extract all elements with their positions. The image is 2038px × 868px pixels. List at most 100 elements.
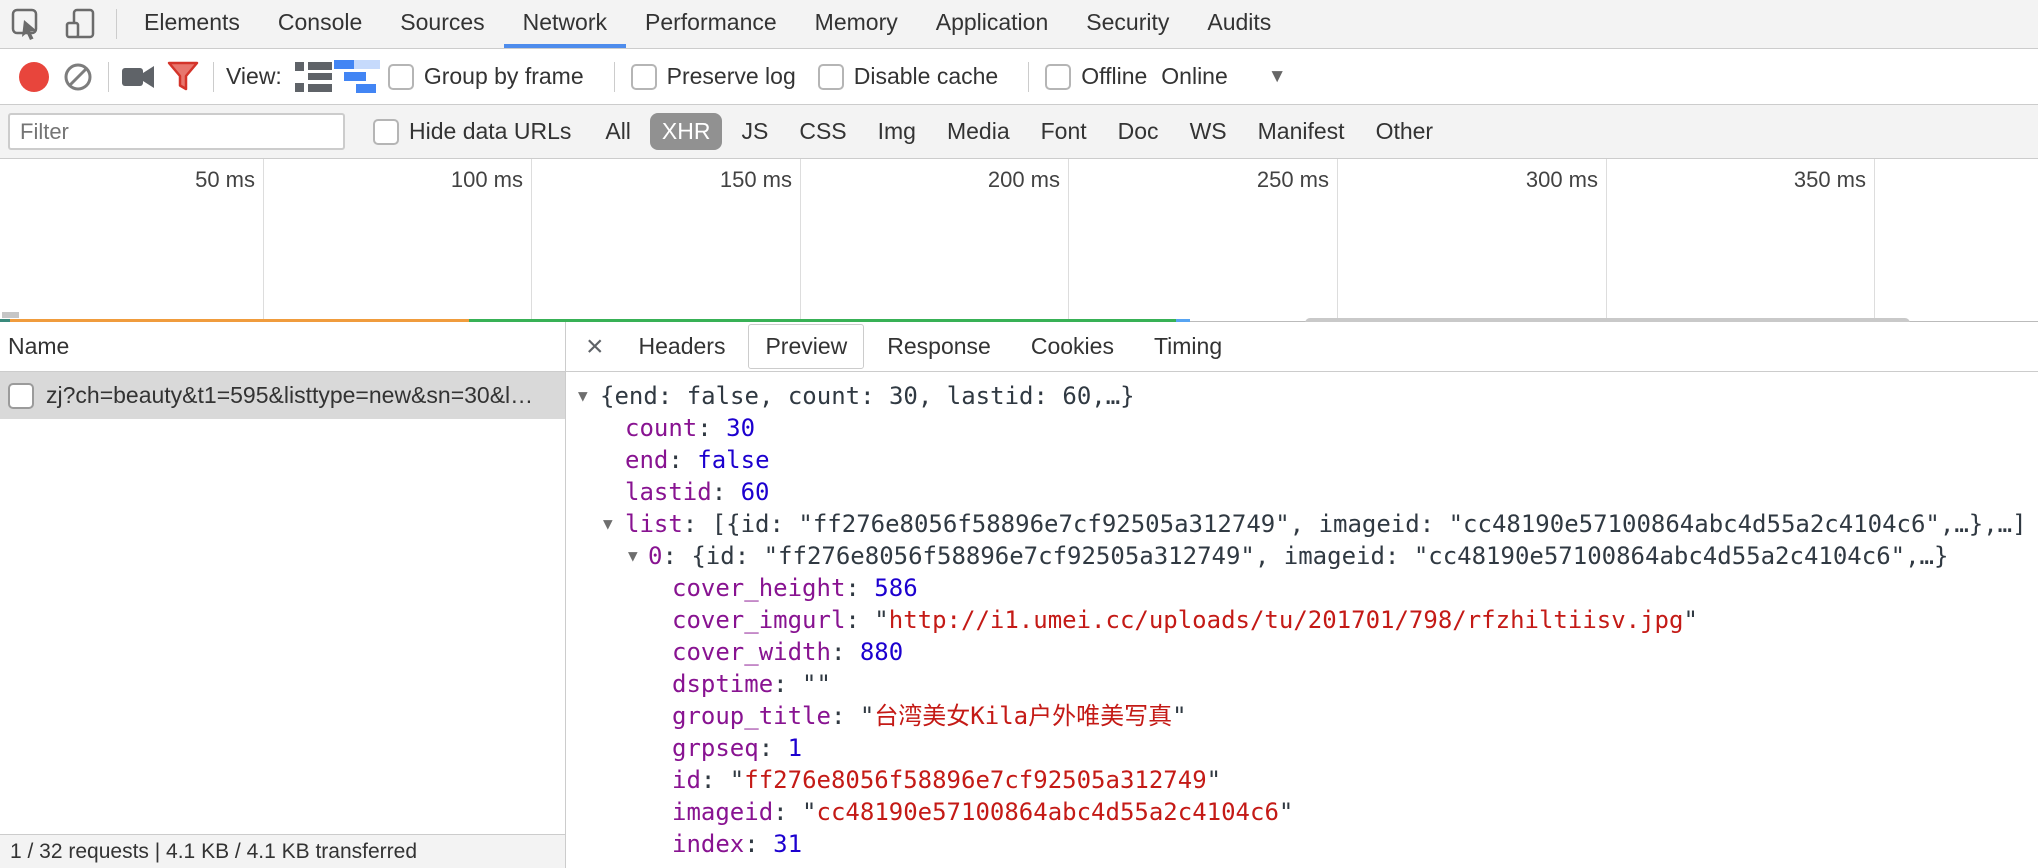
- json-line[interactable]: cover_imgurl: "http://i1.umei.cc/uploads…: [578, 604, 2038, 636]
- ruler-gridline: [1068, 159, 1069, 321]
- waterfall-view-button[interactable]: [336, 57, 380, 97]
- detail-tab-response[interactable]: Response: [870, 324, 1008, 369]
- json-line[interactable]: index: 31: [578, 828, 2038, 860]
- record-button[interactable]: [12, 57, 56, 97]
- device-toolbar-button[interactable]: [54, 0, 108, 48]
- json-number: 31: [773, 830, 802, 858]
- ruler-tick-label: 250 ms: [1177, 167, 1329, 193]
- tab-audits[interactable]: Audits: [1188, 0, 1290, 48]
- json-key: lastid: [625, 478, 712, 506]
- tab-security[interactable]: Security: [1067, 0, 1188, 48]
- filter-type-ws[interactable]: WS: [1178, 113, 1239, 150]
- detail-tab-timing[interactable]: Timing: [1137, 324, 1239, 369]
- network-status-bar: 1 / 32 requests | 4.1 KB / 4.1 KB transf…: [0, 834, 565, 868]
- filter-type-font[interactable]: Font: [1029, 113, 1099, 150]
- json-key: grpseq: [672, 734, 759, 762]
- tab-memory[interactable]: Memory: [796, 0, 917, 48]
- filter-type-manifest[interactable]: Manifest: [1246, 113, 1357, 150]
- json-key: group_title: [672, 702, 831, 730]
- filter-type-all[interactable]: All: [593, 113, 643, 150]
- devtools-window: ElementsConsoleSourcesNetworkPerformance…: [0, 0, 2038, 868]
- ruler-tick-label: 100 ms: [371, 167, 523, 193]
- json-number: 586: [874, 574, 917, 602]
- filter-type-xhr[interactable]: XHR: [650, 113, 723, 150]
- disable-cache-toggle[interactable]: Disable cache: [818, 63, 998, 90]
- filter-input[interactable]: [8, 113, 345, 150]
- hide-data-urls-toggle[interactable]: Hide data URLs: [373, 118, 571, 145]
- json-line[interactable]: count: 30: [578, 412, 2038, 444]
- ruler-tick-label: 350 ms: [1714, 167, 1866, 193]
- device-toolbar-icon: [64, 7, 98, 41]
- expand-triangle-icon[interactable]: ▼: [628, 540, 638, 572]
- tab-sources[interactable]: Sources: [381, 0, 503, 48]
- json-key: cover_width: [672, 638, 831, 666]
- filter-type-other[interactable]: Other: [1364, 113, 1446, 150]
- json-line[interactable]: cover_width: 880: [578, 636, 2038, 668]
- json-number: false: [697, 446, 769, 474]
- tab-network[interactable]: Network: [504, 0, 626, 48]
- json-line[interactable]: grpseq: 1: [578, 732, 2038, 764]
- ruler-tick-label: 150 ms: [640, 167, 792, 193]
- tab-performance[interactable]: Performance: [626, 0, 796, 48]
- filter-button[interactable]: [161, 57, 205, 97]
- request-name: zj?ch=beauty&t1=595&listtype=new&sn=30&l…: [46, 382, 533, 409]
- json-line[interactable]: dsptime: "": [578, 668, 2038, 700]
- json-line[interactable]: id: "ff276e8056f58896e7cf92505a312749": [578, 764, 2038, 796]
- group-by-frame-toggle[interactable]: Group by frame: [388, 63, 584, 90]
- tab-console[interactable]: Console: [259, 0, 381, 48]
- offline-label: Offline: [1081, 63, 1147, 90]
- filter-type-media[interactable]: Media: [935, 113, 1022, 150]
- json-text: ": [1207, 766, 1221, 794]
- detail-tab-preview[interactable]: Preview: [748, 324, 864, 369]
- divider: [213, 62, 214, 92]
- json-line[interactable]: cover_height: 586: [578, 572, 2038, 604]
- json-line[interactable]: group_title: "台湾美女Kila户外唯美写真": [578, 700, 2038, 732]
- preserve-log-toggle[interactable]: Preserve log: [631, 63, 796, 90]
- json-string: 台湾美女Kila户外唯美写真: [874, 702, 1172, 730]
- json-line[interactable]: end: false: [578, 444, 2038, 476]
- record-icon: [19, 62, 49, 92]
- filter-type-img[interactable]: Img: [866, 113, 928, 150]
- filter-type-js[interactable]: JS: [729, 113, 780, 150]
- ruler-gridline: [531, 159, 532, 321]
- detail-tab-headers[interactable]: Headers: [622, 324, 743, 369]
- ruler-tick-label: 50 ms: [103, 167, 255, 193]
- tab-elements[interactable]: Elements: [125, 0, 259, 48]
- json-line[interactable]: ▼0: {id: "ff276e8056f58896e7cf92505a3127…: [578, 540, 2038, 572]
- throttling-select[interactable]: Online: [1161, 63, 1227, 90]
- json-text: {end: false, count: 30, lastid: 60,…}: [600, 382, 1135, 410]
- expand-triangle-icon[interactable]: ▼: [603, 508, 613, 540]
- preserve-log-checkbox[interactable]: [631, 64, 657, 90]
- name-column-header[interactable]: Name: [0, 322, 565, 372]
- json-key: cover_imgurl: [672, 606, 845, 634]
- detail-tab-cookies[interactable]: Cookies: [1014, 324, 1131, 369]
- json-line[interactable]: lastid: 60: [578, 476, 2038, 508]
- offline-checkbox[interactable]: [1045, 64, 1071, 90]
- overview-bar-mini-gray: [2, 312, 19, 318]
- network-overview[interactable]: 50 ms100 ms150 ms200 ms250 ms300 ms350 m…: [0, 159, 2038, 322]
- request-row[interactable]: zj?ch=beauty&t1=595&listtype=new&sn=30&l…: [0, 372, 565, 419]
- tab-strip: ElementsConsoleSourcesNetworkPerformance…: [125, 0, 1290, 48]
- devtools-tabbar: ElementsConsoleSourcesNetworkPerformance…: [0, 0, 2038, 49]
- request-checkbox[interactable]: [8, 383, 34, 409]
- close-icon[interactable]: ×: [576, 332, 614, 362]
- clear-button[interactable]: [56, 57, 100, 97]
- json-string: cc48190e57100864abc4d55a2c4104c6: [817, 798, 1279, 826]
- json-line[interactable]: imageid: "cc48190e57100864abc4d55a2c4104…: [578, 796, 2038, 828]
- inspect-button[interactable]: [0, 0, 54, 48]
- chevron-down-icon[interactable]: ▼: [1268, 66, 1287, 88]
- disable-cache-checkbox[interactable]: [818, 64, 844, 90]
- filter-type-doc[interactable]: Doc: [1106, 113, 1171, 150]
- capture-screenshots-button[interactable]: [117, 57, 161, 97]
- json-line[interactable]: ▼ {end: false, count: 30, lastid: 60,…}: [578, 380, 2038, 412]
- hide-data-urls-checkbox[interactable]: [373, 119, 399, 145]
- list-view-button[interactable]: [292, 57, 336, 97]
- group-by-frame-checkbox[interactable]: [388, 64, 414, 90]
- json-line[interactable]: ▼list: [{id: "ff276e8056f58896e7cf92505a…: [578, 508, 2038, 540]
- offline-toggle[interactable]: Offline: [1045, 63, 1147, 90]
- tab-application[interactable]: Application: [917, 0, 1068, 48]
- json-text: ": [1279, 798, 1293, 826]
- expand-triangle-icon[interactable]: ▼: [578, 380, 588, 412]
- filter-type-css[interactable]: CSS: [787, 113, 858, 150]
- json-key: count: [625, 414, 697, 442]
